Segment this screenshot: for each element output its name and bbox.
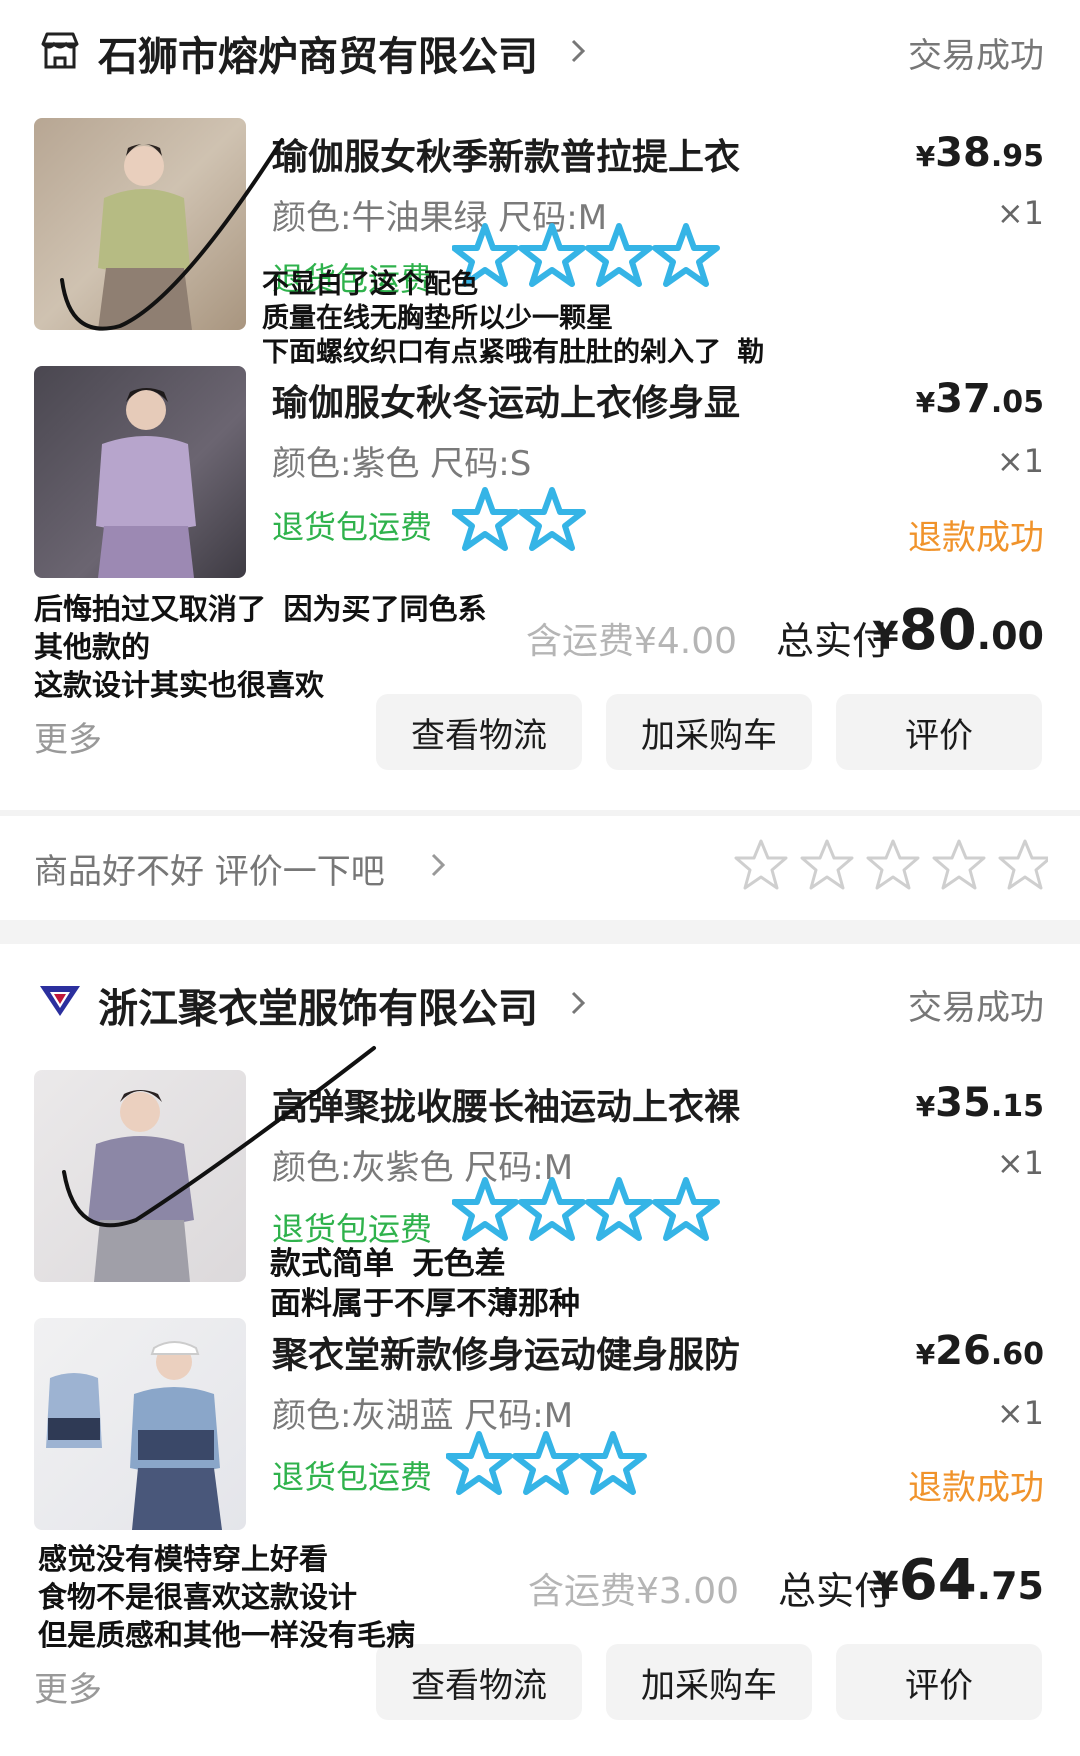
shop-name[interactable]: 浙江聚衣堂服饰有限公司	[98, 976, 538, 1034]
shipping-fee: 含运费¥3.00	[528, 1571, 740, 1612]
checkmark-doodle	[60, 138, 284, 331]
review-button[interactable]: 评价	[836, 694, 1042, 770]
product-quantity: ×1	[996, 1394, 1044, 1432]
refund-status: 退款成功	[908, 518, 1044, 558]
product-quantity: ×1	[996, 442, 1044, 480]
product-price: ¥26.60	[915, 1328, 1044, 1374]
review-prompt[interactable]: 商品好不好 评价一下吧	[34, 844, 385, 893]
product-thumbnail[interactable]	[34, 366, 246, 578]
star-doodles	[451, 486, 602, 560]
star-doodles	[451, 1176, 732, 1250]
view-logistics-button[interactable]: 查看物流	[376, 694, 582, 770]
shop-name[interactable]: 石狮市熔炉商贸有限公司	[98, 24, 538, 82]
order-status: 交易成功	[908, 36, 1044, 76]
return-shipping-badge: 退货包运费	[272, 1458, 433, 1496]
refund-status: 退款成功	[908, 1468, 1044, 1508]
handwritten-note: 不显白了这个配色 质量在线无胸垫所以少一颗星 下面螺纹织口有点紧哦有肚肚的剁入了…	[262, 269, 765, 368]
view-logistics-button[interactable]: 查看物流	[376, 1644, 582, 1720]
shop-logo-icon	[38, 982, 82, 1018]
product-title[interactable]: 瑜伽服女秋季新款普拉提上衣	[272, 128, 740, 180]
chevron-right-icon[interactable]	[570, 38, 586, 68]
section-divider	[0, 920, 1080, 944]
chevron-right-icon[interactable]	[430, 852, 446, 882]
product-title[interactable]: 瑜伽服女秋冬运动上衣修身显	[272, 374, 740, 426]
section-divider	[0, 810, 1080, 816]
handwritten-note: 感觉没有模特穿上好看 食物不是很喜欢这款设计 但是质感和其他一样没有毛病	[38, 1542, 416, 1652]
rating-stars[interactable]	[732, 836, 1052, 898]
more-link[interactable]: 更多	[34, 1662, 102, 1711]
product-quantity: ×1	[996, 1144, 1044, 1182]
return-shipping-badge: 退货包运费	[272, 508, 433, 546]
order-card-2: 浙江聚衣堂服饰有限公司 交易成功 高弹聚拢收腰长袖运动上衣裸 ¥35.15 颜色…	[0, 944, 1080, 1756]
total-paid: ¥64.75	[872, 1548, 1044, 1613]
add-to-cart-button[interactable]: 加采购车	[606, 1644, 812, 1720]
shipping-fee: 含运费¥4.00	[526, 621, 738, 662]
product-quantity: ×1	[996, 194, 1044, 232]
checkmark-doodle	[62, 1046, 376, 1228]
product-price: ¥35.15	[915, 1080, 1044, 1126]
chevron-right-icon[interactable]	[570, 990, 586, 1020]
product-thumbnail[interactable]	[34, 1318, 246, 1530]
add-to-cart-button[interactable]: 加采购车	[606, 694, 812, 770]
more-link[interactable]: 更多	[34, 712, 102, 761]
order-card-1: 石狮市熔炉商贸有限公司 交易成功 瑜伽服女秋季新款普拉提上衣 ¥38.95 颜色…	[0, 0, 1080, 810]
product-spec: 颜色:紫色 尺码:S	[272, 444, 532, 484]
shop-icon	[38, 30, 82, 70]
handwritten-note: 款式简单 无色差 面料属于不厚不薄那种	[270, 1246, 580, 1322]
product-price: ¥37.05	[915, 376, 1044, 422]
total-paid: ¥80.00	[872, 598, 1044, 663]
product-title[interactable]: 聚衣堂新款修身运动健身服防	[272, 1326, 740, 1378]
order-status: 交易成功	[908, 988, 1044, 1028]
product-price: ¥38.95	[915, 130, 1044, 176]
handwritten-note: 后悔拍过又取消了 因为买了同色系 其他款的 这款设计其实也很喜欢	[34, 592, 487, 702]
star-doodles	[445, 1430, 666, 1504]
review-button[interactable]: 评价	[836, 1644, 1042, 1720]
